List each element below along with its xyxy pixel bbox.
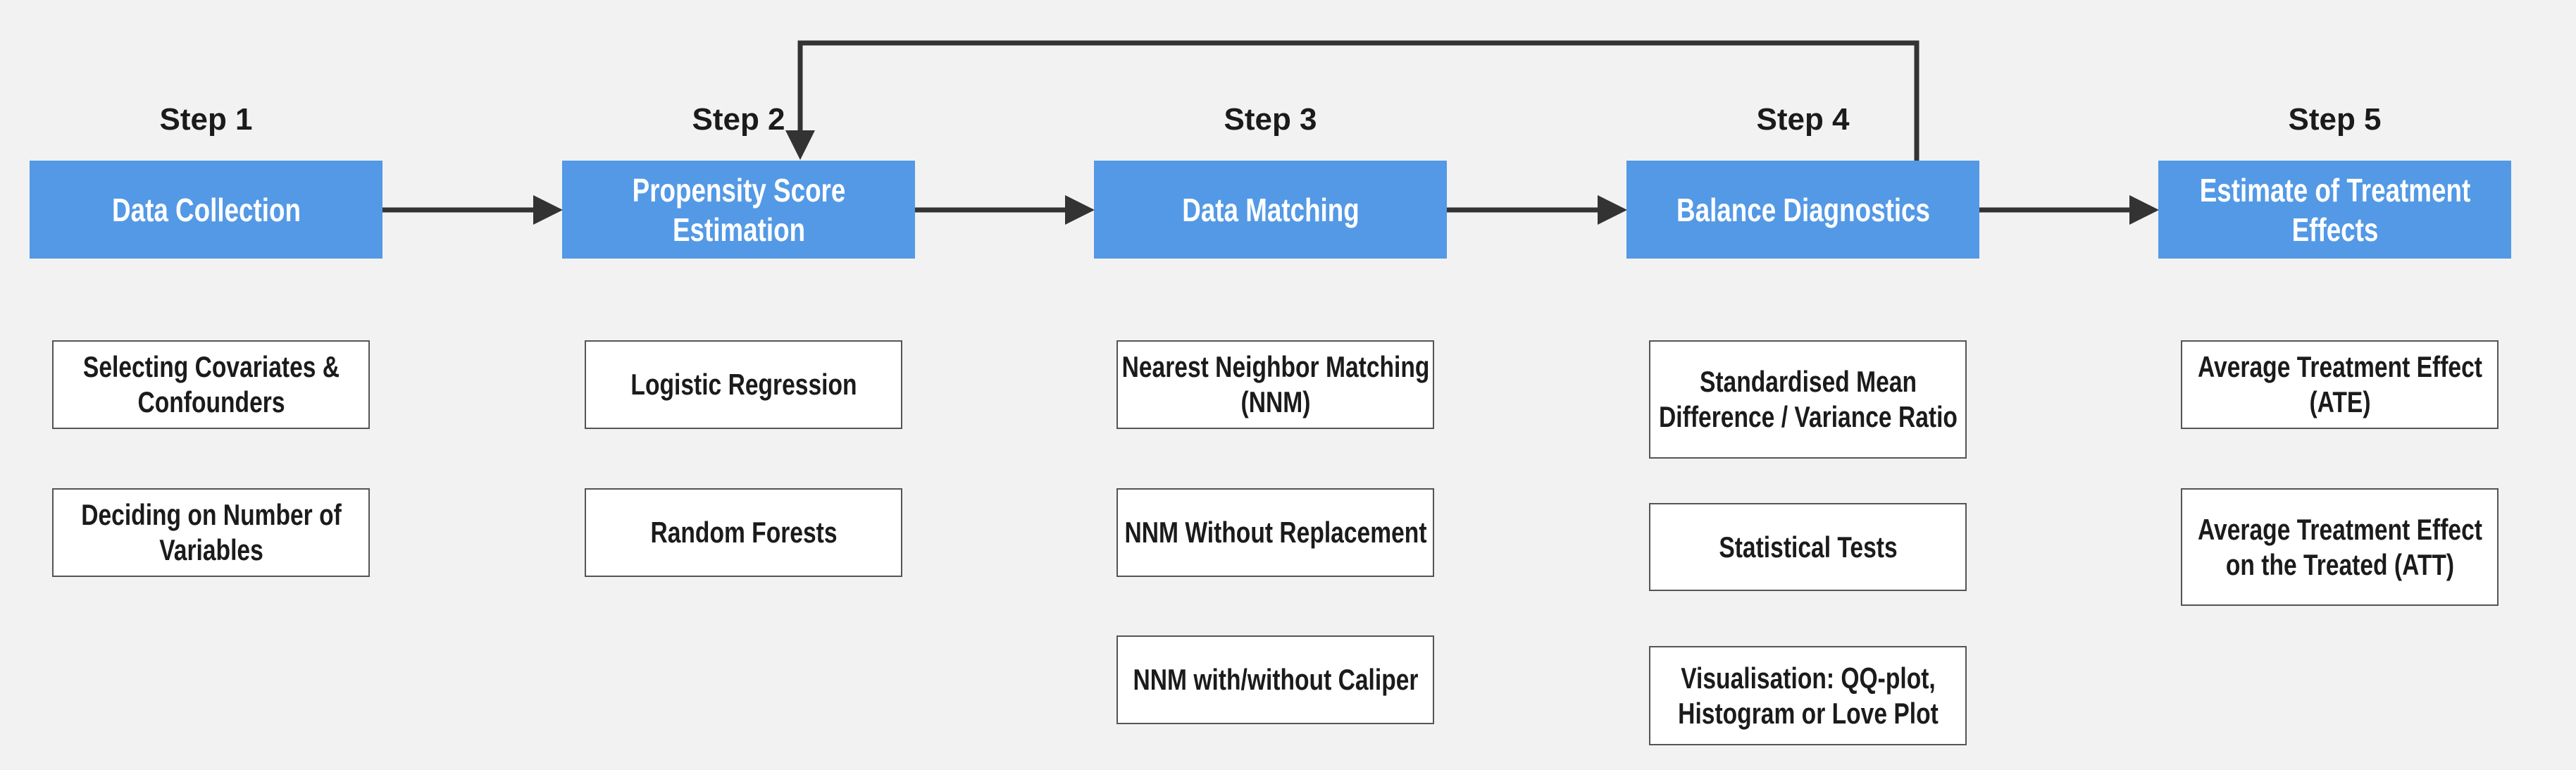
step-label: Step 2	[692, 102, 785, 137]
method-label: Deciding on Number of Variables	[80, 498, 342, 566]
method-label: Logistic Regression	[630, 368, 857, 401]
method-box: Logistic Regression	[585, 340, 902, 429]
step-box: Balance Diagnostics	[1626, 161, 1979, 259]
method-label: NNM Without Replacement	[1124, 516, 1427, 549]
method-label: Selecting Covariates & Confounders	[82, 350, 340, 418]
method-box: Selecting Covariates & Confounders	[52, 340, 370, 429]
method-box: Deciding on Number of Variables	[52, 488, 370, 577]
method-box: Nearest Neighbor Matching (NNM)	[1116, 340, 1434, 429]
method-label: Average Treatment Effect on the Treated …	[2197, 512, 2482, 581]
method-box: Average Treatment Effect (ATE)	[2181, 340, 2499, 429]
step-title: Estimate of Treatment Effects	[2199, 171, 2470, 248]
method-label: Statistical Tests	[1718, 530, 1898, 564]
method-box: Statistical Tests	[1649, 503, 1967, 591]
method-box: Visualisation: QQ-plot, Histogram or Lov…	[1649, 646, 1967, 745]
step-label: Step 4	[1756, 102, 1850, 137]
method-box: Random Forests	[585, 488, 902, 577]
method-label: Nearest Neighbor Matching (NNM)	[1121, 350, 1429, 418]
step-label: Step 1	[159, 102, 253, 137]
step-title: Balance Diagnostics	[1676, 191, 1930, 228]
method-box: Standardised Mean Difference / Variance …	[1649, 340, 1967, 459]
method-label: Average Treatment Effect (ATE)	[2197, 350, 2482, 418]
step-box: Data Collection	[30, 161, 382, 259]
method-box: Average Treatment Effect on the Treated …	[2181, 488, 2499, 606]
step-box: Estimate of Treatment Effects	[2158, 161, 2511, 259]
step-box: Propensity Score Estimation	[562, 161, 915, 259]
step-title: Propensity Score Estimation	[632, 171, 845, 248]
method-label: Standardised Mean Difference / Variance …	[1658, 365, 1958, 433]
step-title: Data Matching	[1181, 191, 1359, 228]
step-title: Data Collection	[111, 191, 301, 228]
method-label: Random Forests	[649, 516, 838, 549]
step-label: Step 5	[2288, 102, 2382, 137]
step-box: Data Matching	[1094, 161, 1447, 259]
method-label: NNM with/without Caliper	[1132, 663, 1419, 696]
step-label: Step 3	[1224, 102, 1317, 137]
method-box: NNM with/without Caliper	[1116, 635, 1434, 724]
method-box: NNM Without Replacement	[1116, 488, 1434, 577]
method-label: Visualisation: QQ-plot, Histogram or Lov…	[1677, 661, 1939, 730]
